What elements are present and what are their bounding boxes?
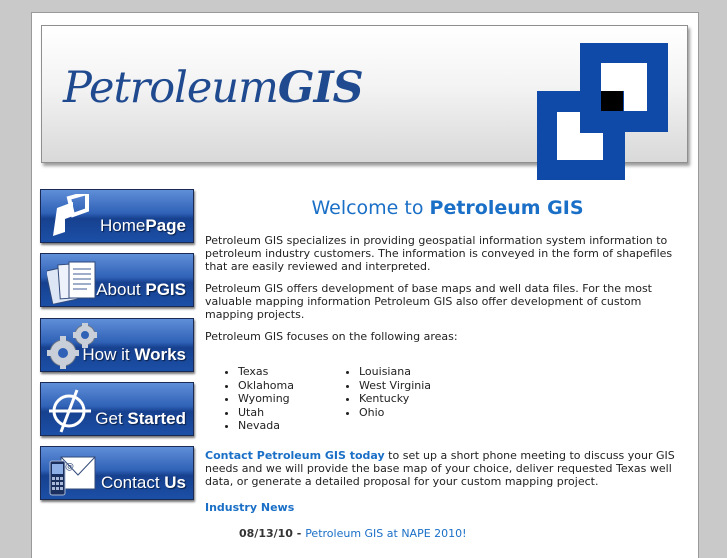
main-content: Welcome to Petroleum GIS Petroleum GIS s… (205, 196, 690, 540)
list-item: Ohio (359, 406, 447, 420)
contact-link[interactable]: Contact Petroleum GIS today (205, 449, 385, 462)
list-item: Kentucky (359, 392, 447, 406)
list-item: Texas (238, 365, 326, 379)
list-item: Oklahoma (238, 379, 326, 393)
list-item: Louisiana (359, 365, 447, 379)
documents-icon (47, 261, 96, 304)
nav-started-label: Get Started (95, 409, 186, 428)
contact-paragraph: Contact Petroleum GIS today to set up a … (205, 449, 690, 488)
logo-squares-icon (537, 43, 668, 180)
nav-started-button[interactable]: Get Started (40, 382, 194, 436)
logo-squares-icon (53, 194, 89, 236)
nav-contact-label: Contact Us (100, 473, 186, 492)
nav-about-button[interactable]: About PGIS (40, 253, 194, 307)
nav-how-label: How it Works (82, 345, 186, 364)
nav-how-button[interactable]: How it Works (40, 318, 194, 372)
areas-column-1: Texas Oklahoma Wyoming Utah Nevada (205, 365, 326, 433)
nav-contact-button[interactable]: @ Contact Us (40, 446, 194, 500)
logo-text-light: Petroleum (63, 63, 279, 113)
page-title: Welcome to Petroleum GIS (311, 197, 584, 219)
areas-intro: Petroleum GIS focuses on the following a… (205, 330, 458, 343)
list-item: Utah (238, 406, 326, 420)
news-item: 08/13/10 - Petroleum GIS at NAPE 2010! (205, 527, 690, 540)
nav-home-button[interactable]: HomePage (40, 189, 194, 243)
nav-home-label: HomePage (100, 216, 186, 235)
intro-paragraph: Petroleum GIS specializes in providing g… (205, 234, 673, 273)
list-item: Wyoming (238, 392, 326, 406)
svg-text:@: @ (65, 462, 74, 472)
crosshair-icon (49, 389, 91, 433)
news-date: 08/13/10 - (239, 526, 306, 540)
offer-paragraph: Petroleum GIS offers development of base… (205, 282, 652, 321)
news-link[interactable]: Petroleum GIS at NAPE 2010! (305, 527, 466, 540)
list-item: West Virginia (359, 379, 447, 393)
phone-envelope-icon: @ (49, 456, 96, 496)
areas-list: Texas Oklahoma Wyoming Utah Nevada Louis… (205, 365, 690, 433)
news-heading: Industry News (205, 500, 295, 514)
nav-about-label: About PGIS (96, 280, 186, 299)
logo-text-bold: GIS (277, 63, 364, 113)
site-logo[interactable]: PetroleumGIS (63, 63, 364, 113)
areas-column-2: Louisiana West Virginia Kentucky Ohio (326, 365, 447, 433)
list-item: Nevada (238, 419, 326, 433)
